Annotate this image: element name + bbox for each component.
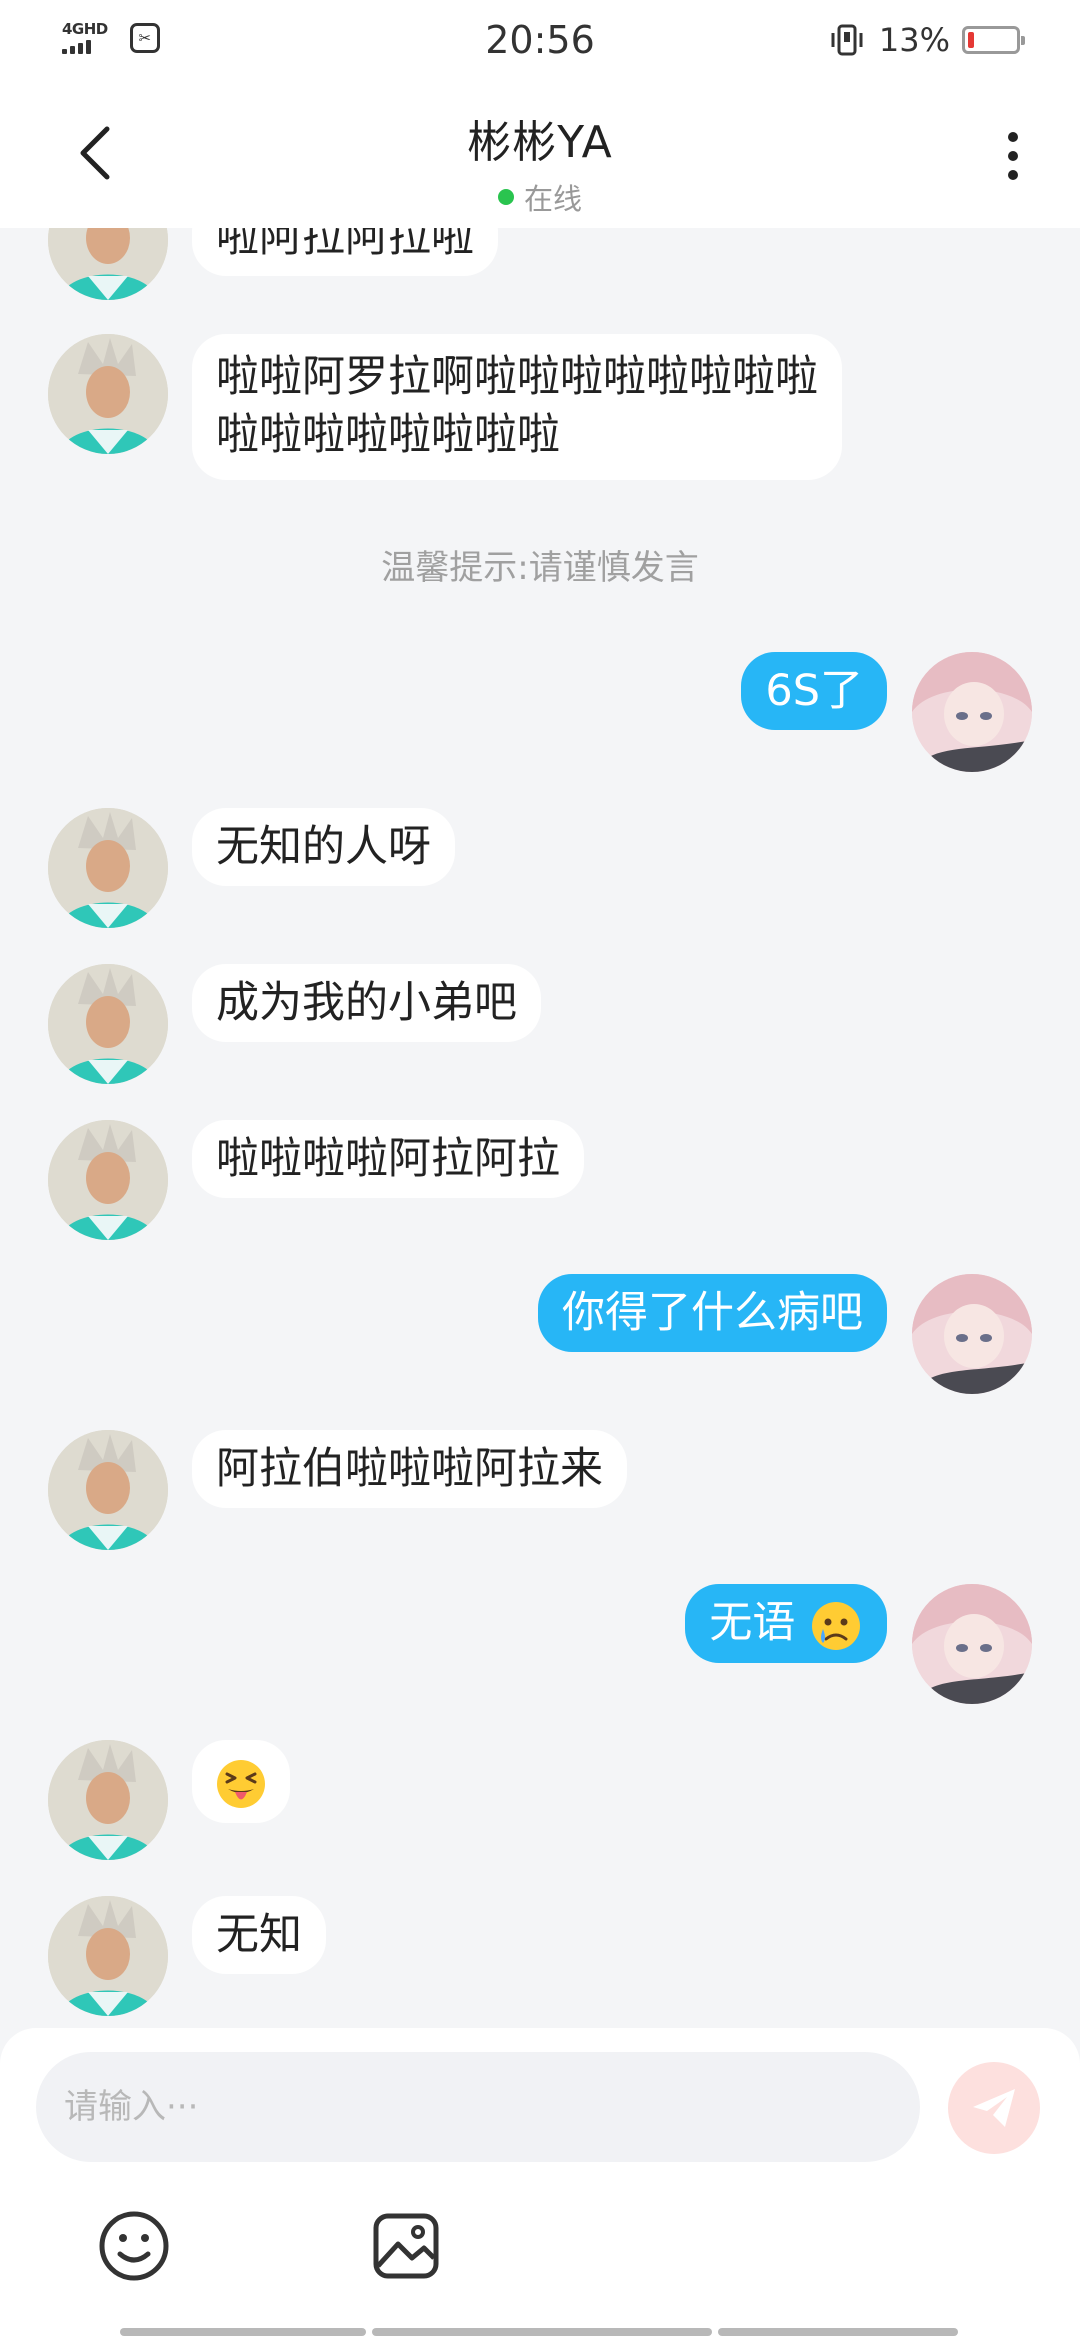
message-list[interactable]: 啦阿拉阿拉啦 啦啦阿罗拉啊啦啦啦啦啦啦啦啦 啦啦啦啦啦啦啦啦 温馨提示:请谨慎发… xyxy=(0,228,1080,2028)
message-bubble[interactable]: 无知 xyxy=(192,1896,326,1974)
more-dot xyxy=(1008,132,1018,142)
message-text: 无语 xyxy=(709,1598,796,1648)
contact-avatar[interactable] xyxy=(48,964,168,1084)
input-panel: 请输入··· xyxy=(0,2028,1080,2340)
gesture-bar xyxy=(0,2328,1080,2336)
chat-header: 彬彬YA 在线 xyxy=(0,84,1080,228)
online-status-label: 在线 xyxy=(523,182,582,216)
message-bubble[interactable]: 啦啦啦啦阿拉阿拉 xyxy=(192,1120,584,1198)
message-bubble[interactable]: 阿拉伯啦啦啦阿拉来 xyxy=(192,1430,627,1508)
battery-icon xyxy=(962,26,1025,54)
status-right: 13% xyxy=(827,20,1025,60)
contact-avatar[interactable] xyxy=(48,228,168,300)
message-bubble[interactable]: 啦啦阿罗拉啊啦啦啦啦啦啦啦啦 啦啦啦啦啦啦啦啦 xyxy=(192,334,842,480)
message-bubble[interactable]: 成为我的小弟吧 xyxy=(192,964,541,1042)
emoji-icon xyxy=(99,2211,169,2281)
message-bubble[interactable] xyxy=(192,1740,290,1823)
contact-avatar-image xyxy=(48,228,168,300)
my-avatar[interactable] xyxy=(912,1584,1032,1704)
online-status: 在线 xyxy=(0,176,1080,218)
more-dot xyxy=(1008,151,1018,161)
my-avatar-image xyxy=(912,1584,1032,1704)
my-avatar[interactable] xyxy=(912,652,1032,772)
contact-avatar[interactable] xyxy=(48,334,168,454)
vibrate-icon xyxy=(831,24,863,56)
my-avatar-image xyxy=(912,652,1032,772)
contact-avatar[interactable] xyxy=(48,1740,168,1860)
squinting-tongue-face-icon xyxy=(217,1759,265,1808)
contact-avatar[interactable] xyxy=(48,1430,168,1550)
contact-name: 彬彬YA xyxy=(467,117,613,168)
message-line: 啦啦阿罗拉啊啦啦啦啦啦啦啦啦 xyxy=(216,352,818,402)
more-dot xyxy=(1008,170,1018,180)
contact-avatar-image xyxy=(48,964,168,1084)
contact-avatar-image xyxy=(48,1896,168,2016)
send-icon xyxy=(973,2089,1015,2127)
online-dot-icon xyxy=(497,189,514,205)
battery-percent: 13% xyxy=(878,21,950,59)
my-message-bubble[interactable]: 无语 xyxy=(685,1584,887,1663)
message-bubble[interactable]: 无知的人呀 xyxy=(192,808,455,886)
image-icon xyxy=(373,2213,439,2279)
my-message-bubble[interactable]: 6S了 xyxy=(741,652,887,730)
chat-screen: 4GHD ✂ 20:56 13% 彬彬YA 在线 啦阿拉阿拉啦 啦啦阿罗拉啊啦啦… xyxy=(0,0,1080,2340)
my-avatar-image xyxy=(912,1274,1032,1394)
message-bubble[interactable]: 啦阿拉阿拉啦 xyxy=(192,228,498,276)
contact-avatar-image xyxy=(48,1430,168,1550)
my-message-bubble[interactable]: 你得了什么病吧 xyxy=(538,1274,887,1352)
contact-avatar[interactable] xyxy=(48,808,168,928)
send-button[interactable] xyxy=(948,2062,1040,2154)
emoji-button[interactable] xyxy=(96,2208,172,2284)
more-options-button[interactable] xyxy=(986,124,1040,188)
message-line: 啦啦啦啦啦啦啦啦 xyxy=(216,410,560,460)
system-notice: 温馨提示:请谨慎发言 xyxy=(381,548,699,588)
contact-avatar-image xyxy=(48,334,168,454)
contact-info: 彬彬YA 在线 xyxy=(0,106,1080,218)
image-button[interactable] xyxy=(368,2208,444,2284)
contact-avatar[interactable] xyxy=(48,1896,168,2016)
crying-face-icon xyxy=(812,1601,860,1650)
battery-level xyxy=(968,32,974,48)
contact-avatar-image xyxy=(48,1120,168,1240)
message-input[interactable]: 请输入··· xyxy=(36,2052,920,2162)
contact-avatar-image xyxy=(48,1740,168,1860)
my-avatar[interactable] xyxy=(912,1274,1032,1394)
contact-avatar[interactable] xyxy=(48,1120,168,1240)
status-bar: 4GHD ✂ 20:56 13% xyxy=(0,0,1080,84)
contact-avatar-image xyxy=(48,808,168,928)
